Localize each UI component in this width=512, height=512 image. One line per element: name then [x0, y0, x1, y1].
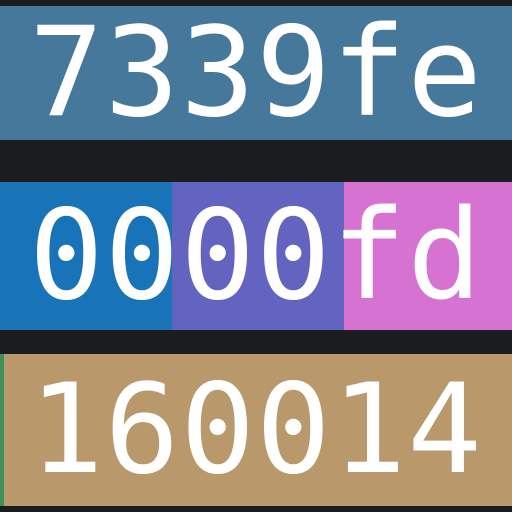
hex-row-1: 7339fe [0, 6, 512, 140]
hex-row-3-text: 160014 [29, 358, 483, 502]
hex-row-1-text: 7339fe [29, 6, 483, 140]
hex-row-3: 160014 [0, 354, 512, 506]
hex-row-3-edge-marker [0, 354, 4, 506]
hex-row-2: 0000fd [0, 182, 512, 330]
hex-row-2-text: 0000fd [29, 184, 483, 328]
